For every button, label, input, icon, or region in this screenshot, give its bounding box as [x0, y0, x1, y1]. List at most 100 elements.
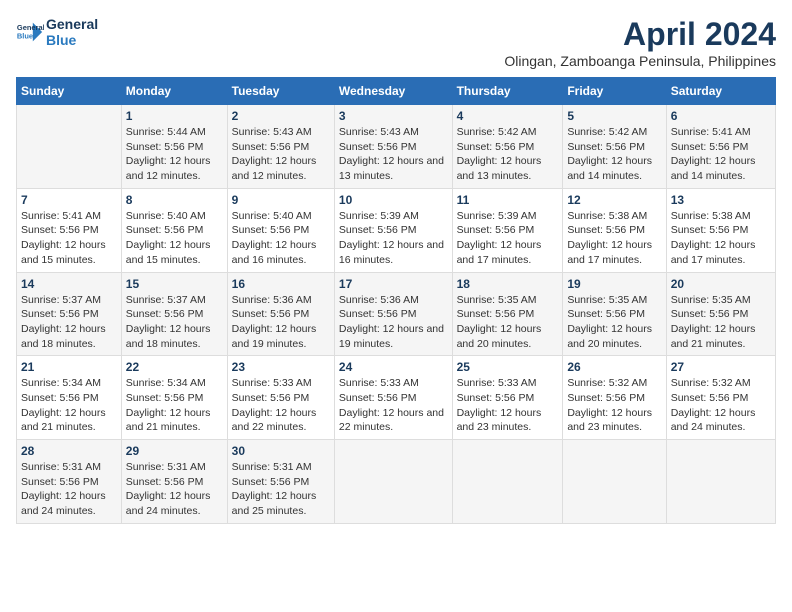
day-cell: 12 Sunrise: 5:38 AMSunset: 5:56 PMDayligh… — [563, 188, 666, 272]
subtitle: Olingan, Zamboanga Peninsula, Philippine… — [504, 53, 776, 69]
day-info: Sunrise: 5:31 AMSunset: 5:56 PMDaylight:… — [232, 460, 330, 519]
day-info: Sunrise: 5:38 AMSunset: 5:56 PMDaylight:… — [567, 209, 661, 268]
day-cell: 29 Sunrise: 5:31 AMSunset: 5:56 PMDayligh… — [121, 440, 227, 524]
day-number: 23 — [232, 360, 330, 374]
col-thursday: Thursday — [452, 78, 563, 105]
day-number: 8 — [126, 193, 223, 207]
day-cell: 23 Sunrise: 5:33 AMSunset: 5:56 PMDayligh… — [227, 356, 334, 440]
logo-line1: General — [46, 16, 98, 32]
main-title: April 2024 — [504, 16, 776, 53]
day-info: Sunrise: 5:42 AMSunset: 5:56 PMDaylight:… — [457, 125, 559, 184]
calendar-table: Sunday Monday Tuesday Wednesday Thursday… — [16, 77, 776, 524]
day-number: 7 — [21, 193, 117, 207]
day-number: 11 — [457, 193, 559, 207]
header-row: Sunday Monday Tuesday Wednesday Thursday… — [17, 78, 776, 105]
day-cell — [666, 440, 775, 524]
day-cell: 1 Sunrise: 5:44 AMSunset: 5:56 PMDaylight… — [121, 105, 227, 189]
day-cell — [563, 440, 666, 524]
day-number: 29 — [126, 444, 223, 458]
day-info: Sunrise: 5:33 AMSunset: 5:56 PMDaylight:… — [457, 376, 559, 435]
day-info: Sunrise: 5:32 AMSunset: 5:56 PMDaylight:… — [671, 376, 771, 435]
day-cell: 26 Sunrise: 5:32 AMSunset: 5:56 PMDayligh… — [563, 356, 666, 440]
day-cell: 19Sunrise: 5:35 AMSunset: 5:56 PMDayligh… — [563, 272, 666, 356]
col-tuesday: Tuesday — [227, 78, 334, 105]
day-number: 26 — [567, 360, 661, 374]
day-number: 25 — [457, 360, 559, 374]
col-friday: Friday — [563, 78, 666, 105]
day-cell: 4 Sunrise: 5:42 AMSunset: 5:56 PMDaylight… — [452, 105, 563, 189]
title-area: April 2024 Olingan, Zamboanga Peninsula,… — [504, 16, 776, 69]
day-cell: 25 Sunrise: 5:33 AMSunset: 5:56 PMDayligh… — [452, 356, 563, 440]
col-saturday: Saturday — [666, 78, 775, 105]
day-info: Sunrise: 5:33 AMSunset: 5:56 PMDaylight:… — [232, 376, 330, 435]
day-info: Sunrise: 5:35 AMSunset: 5:56 PMDaylight:… — [457, 293, 559, 352]
day-cell — [17, 105, 122, 189]
day-number: 15 — [126, 277, 223, 291]
day-cell: 28 Sunrise: 5:31 AMSunset: 5:56 PMDayligh… — [17, 440, 122, 524]
day-info: Sunrise: 5:41 AMSunset: 5:56 PMDaylight:… — [21, 209, 117, 268]
day-cell — [334, 440, 452, 524]
day-number: 22 — [126, 360, 223, 374]
logo: General Blue General Blue — [16, 16, 98, 48]
day-number: 17 — [339, 277, 448, 291]
week-row-2: 7 Sunrise: 5:41 AMSunset: 5:56 PMDaylight… — [17, 188, 776, 272]
day-cell: 6 Sunrise: 5:41 AMSunset: 5:56 PMDaylight… — [666, 105, 775, 189]
day-number: 10 — [339, 193, 448, 207]
day-info: Sunrise: 5:31 AMSunset: 5:56 PMDaylight:… — [21, 460, 117, 519]
day-info: Sunrise: 5:31 AMSunset: 5:56 PMDaylight:… — [126, 460, 223, 519]
day-number: 9 — [232, 193, 330, 207]
day-cell: 18Sunrise: 5:35 AMSunset: 5:56 PMDayligh… — [452, 272, 563, 356]
day-info: Sunrise: 5:42 AMSunset: 5:56 PMDaylight:… — [567, 125, 661, 184]
day-number: 12 — [567, 193, 661, 207]
day-number: 5 — [567, 109, 661, 123]
day-info: Sunrise: 5:33 AMSunset: 5:56 PMDaylight:… — [339, 376, 448, 435]
day-info: Sunrise: 5:41 AMSunset: 5:56 PMDaylight:… — [671, 125, 771, 184]
day-info: Sunrise: 5:37 AMSunset: 5:56 PMDaylight:… — [126, 293, 223, 352]
header: General Blue General Blue April 2024 Oli… — [16, 16, 776, 69]
day-cell: 27 Sunrise: 5:32 AMSunset: 5:56 PMDayligh… — [666, 356, 775, 440]
day-cell: 13Sunrise: 5:38 AMSunset: 5:56 PMDayligh… — [666, 188, 775, 272]
day-info: Sunrise: 5:36 AMSunset: 5:56 PMDaylight:… — [232, 293, 330, 352]
day-info: Sunrise: 5:34 AMSunset: 5:56 PMDaylight:… — [126, 376, 223, 435]
day-number: 20 — [671, 277, 771, 291]
day-cell: 20 Sunrise: 5:35 AMSunset: 5:56 PMDayligh… — [666, 272, 775, 356]
col-sunday: Sunday — [17, 78, 122, 105]
day-info: Sunrise: 5:32 AMSunset: 5:56 PMDaylight:… — [567, 376, 661, 435]
day-cell: 10 Sunrise: 5:39 AMSunset: 5:56 PMDayligh… — [334, 188, 452, 272]
day-number: 1 — [126, 109, 223, 123]
day-info: Sunrise: 5:44 AMSunset: 5:56 PMDaylight:… — [126, 125, 223, 184]
day-cell: 22 Sunrise: 5:34 AMSunset: 5:56 PMDayligh… — [121, 356, 227, 440]
day-info: Sunrise: 5:35 AMSunset: 5:56 PMDaylight:… — [671, 293, 771, 352]
day-number: 30 — [232, 444, 330, 458]
day-cell: 11 Sunrise: 5:39 AMSunset: 5:56 PMDayligh… — [452, 188, 563, 272]
day-info: Sunrise: 5:39 AMSunset: 5:56 PMDaylight:… — [457, 209, 559, 268]
day-info: Sunrise: 5:34 AMSunset: 5:56 PMDaylight:… — [21, 376, 117, 435]
col-wednesday: Wednesday — [334, 78, 452, 105]
day-cell: 21 Sunrise: 5:34 AMSunset: 5:56 PMDayligh… — [17, 356, 122, 440]
week-row-4: 21 Sunrise: 5:34 AMSunset: 5:56 PMDayligh… — [17, 356, 776, 440]
day-number: 6 — [671, 109, 771, 123]
day-number: 4 — [457, 109, 559, 123]
day-cell — [452, 440, 563, 524]
day-cell: 5 Sunrise: 5:42 AMSunset: 5:56 PMDaylight… — [563, 105, 666, 189]
day-info: Sunrise: 5:39 AMSunset: 5:56 PMDaylight:… — [339, 209, 448, 268]
logo-line2: Blue — [46, 32, 98, 48]
day-info: Sunrise: 5:43 AMSunset: 5:56 PMDaylight:… — [232, 125, 330, 184]
week-row-3: 14Sunrise: 5:37 AMSunset: 5:56 PMDayligh… — [17, 272, 776, 356]
day-cell: 3Sunrise: 5:43 AMSunset: 5:56 PMDaylight… — [334, 105, 452, 189]
day-info: Sunrise: 5:36 AMSunset: 5:56 PMDaylight:… — [339, 293, 448, 352]
day-info: Sunrise: 5:40 AMSunset: 5:56 PMDaylight:… — [232, 209, 330, 268]
day-cell: 24 Sunrise: 5:33 AMSunset: 5:56 PMDayligh… — [334, 356, 452, 440]
day-number: 27 — [671, 360, 771, 374]
day-cell: 16 Sunrise: 5:36 AMSunset: 5:56 PMDayligh… — [227, 272, 334, 356]
logo-icon: General Blue — [16, 18, 44, 46]
day-number: 16 — [232, 277, 330, 291]
day-number: 24 — [339, 360, 448, 374]
day-cell: 2Sunrise: 5:43 AMSunset: 5:56 PMDaylight… — [227, 105, 334, 189]
day-number: 21 — [21, 360, 117, 374]
day-number: 13 — [671, 193, 771, 207]
day-number: 19 — [567, 277, 661, 291]
day-number: 28 — [21, 444, 117, 458]
day-cell: 7 Sunrise: 5:41 AMSunset: 5:56 PMDaylight… — [17, 188, 122, 272]
week-row-5: 28 Sunrise: 5:31 AMSunset: 5:56 PMDayligh… — [17, 440, 776, 524]
